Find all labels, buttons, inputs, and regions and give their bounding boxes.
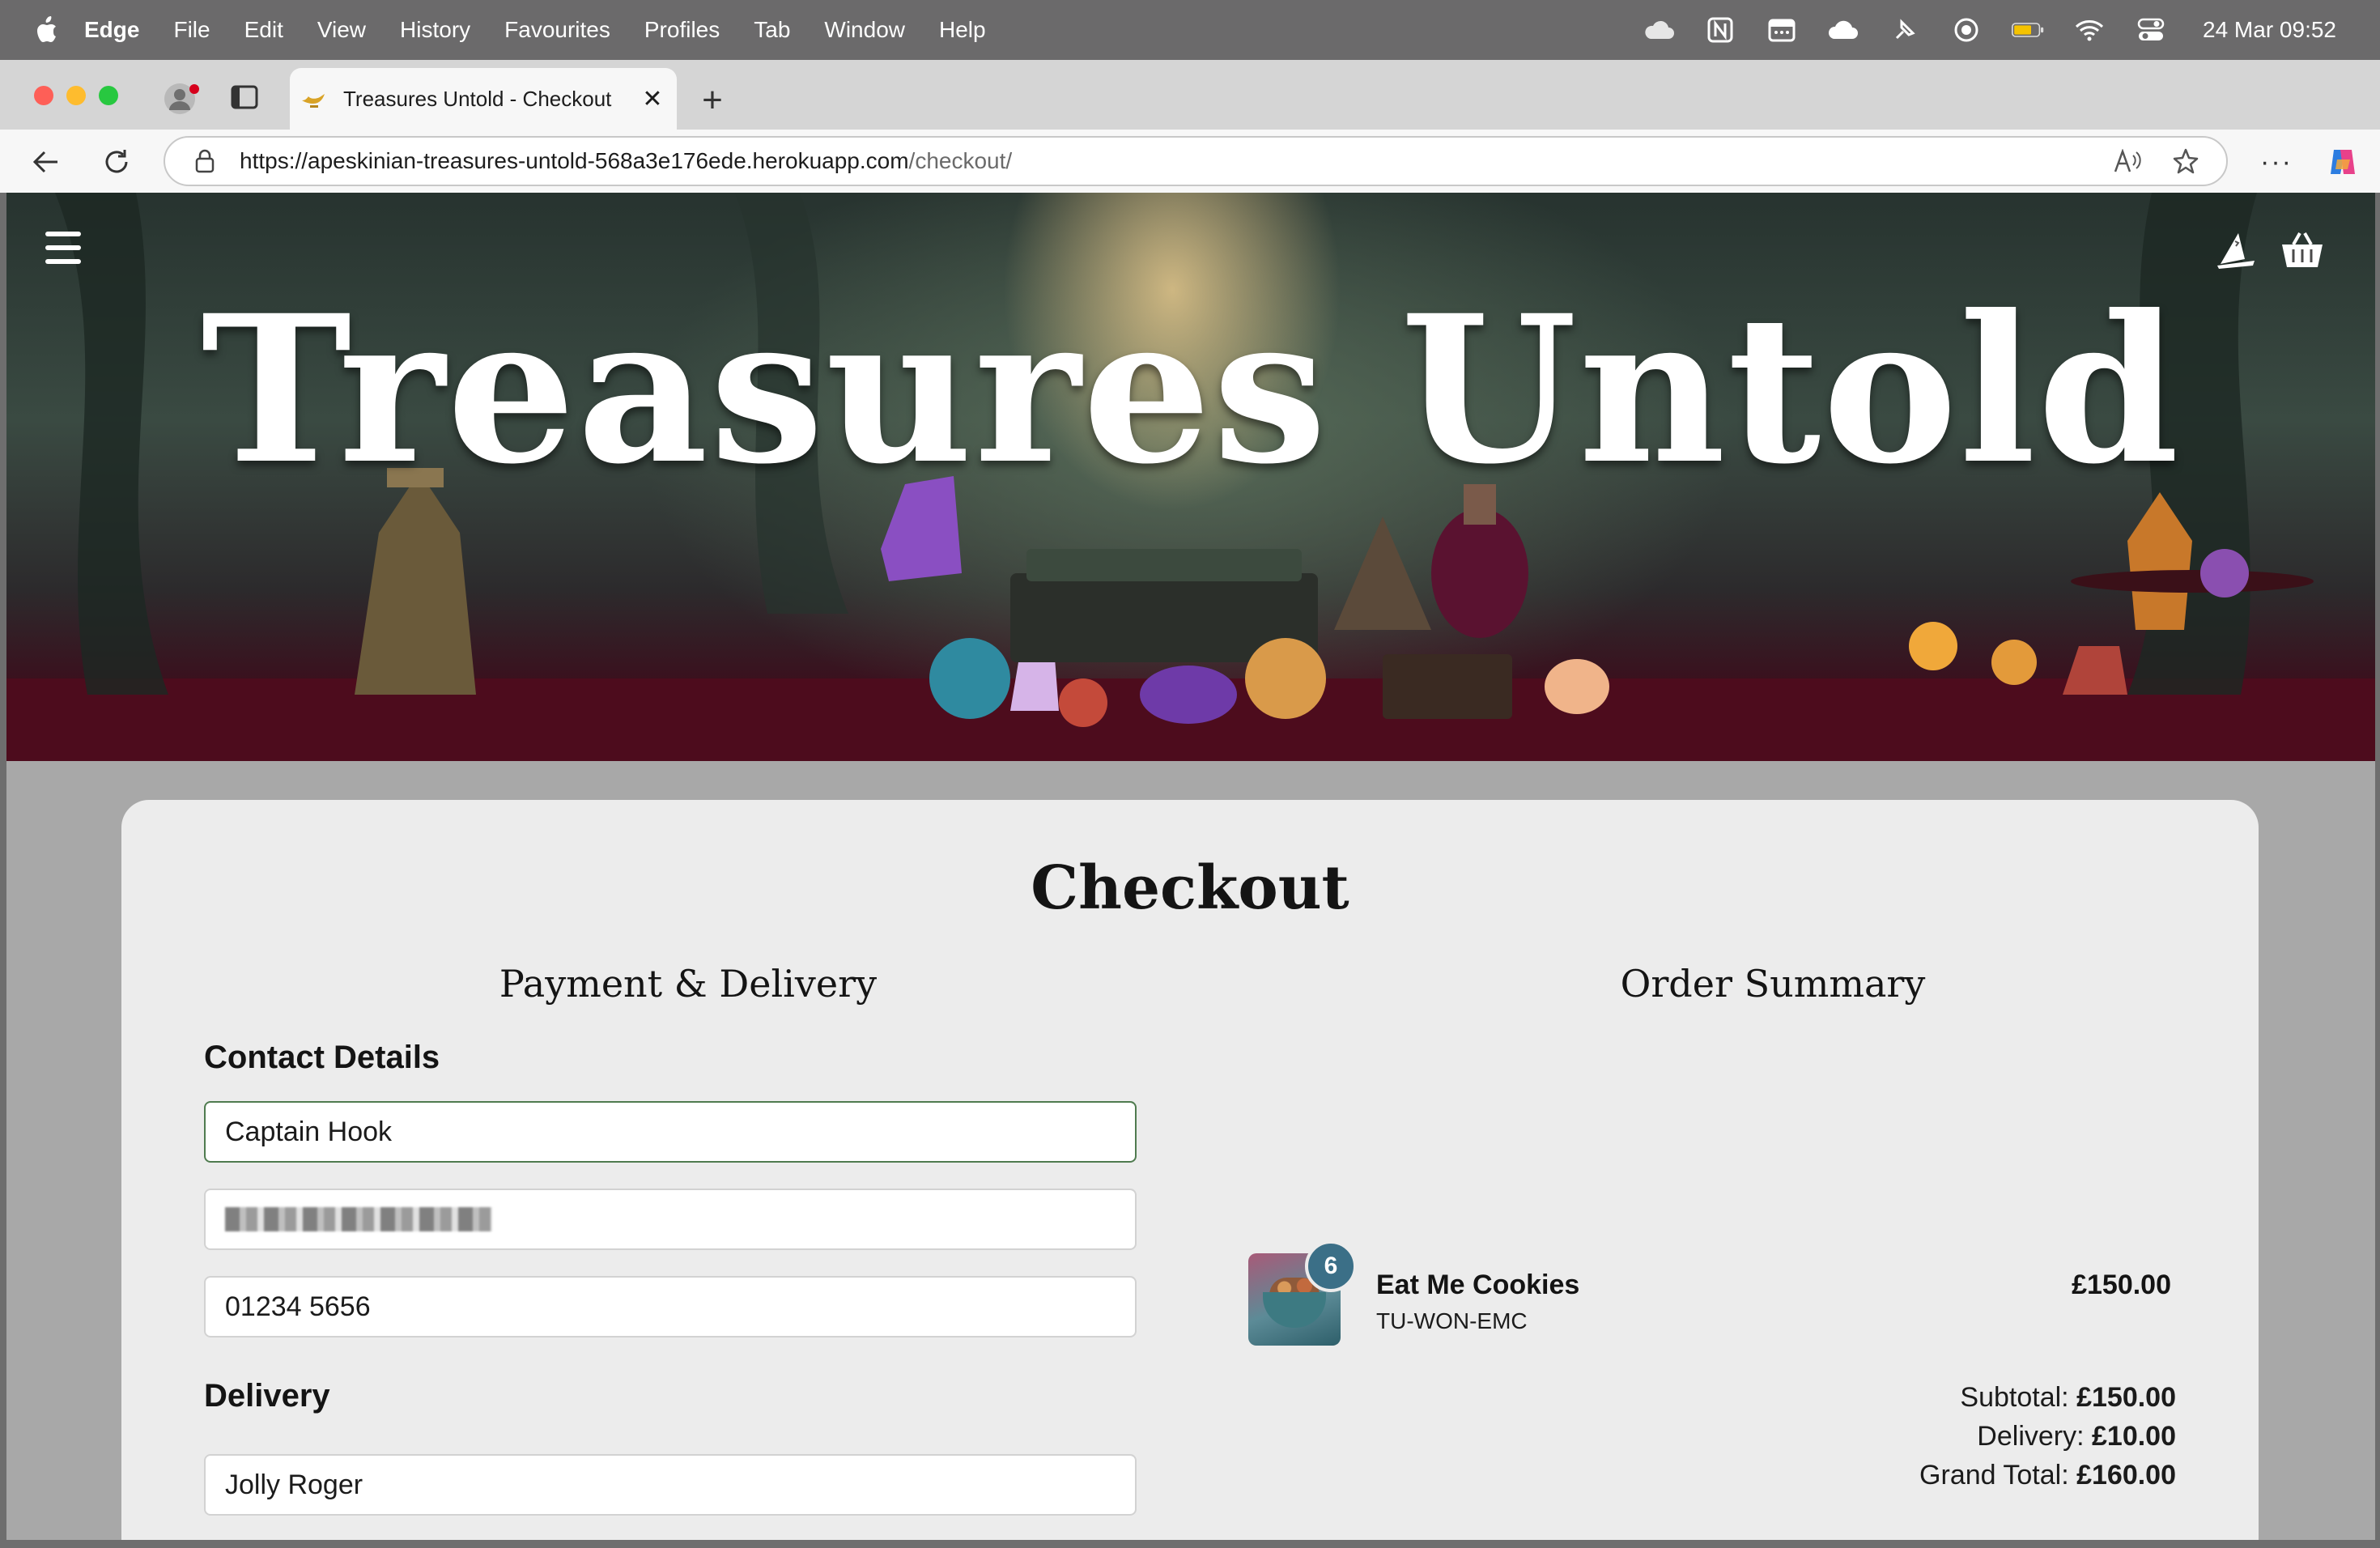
- menu-window[interactable]: Window: [824, 17, 905, 43]
- phone-number-value: 01234 5656: [225, 1291, 371, 1322]
- url-path: /checkout/: [908, 148, 1013, 173]
- zoom-window-button[interactable]: [99, 86, 118, 105]
- record-icon[interactable]: [1950, 14, 1983, 46]
- email-field[interactable]: [204, 1189, 1137, 1250]
- contact-details-label: Contact Details: [204, 1040, 440, 1075]
- apple-logo-icon[interactable]: [32, 15, 60, 45]
- page-title: Checkout: [1031, 853, 1349, 923]
- grand-total-value: £160.00: [2076, 1460, 2176, 1491]
- delivery-label: Delivery: [204, 1378, 330, 1414]
- creative-cloud-icon[interactable]: [1827, 14, 1859, 46]
- page-viewport: Treasures Untold Checkout Payment & Deli…: [6, 193, 2375, 1540]
- delivery-cost-label: Delivery:: [1977, 1421, 2085, 1452]
- battery-icon[interactable]: [2012, 14, 2044, 46]
- notification-dot: [189, 84, 199, 94]
- minimize-window-button[interactable]: [66, 86, 86, 105]
- grand-total-label: Grand Total:: [1919, 1460, 2069, 1491]
- genie-lamp-icon: [300, 85, 327, 113]
- delivery-row: Delivery: £10.00: [1919, 1417, 2176, 1456]
- item-name: Eat Me Cookies: [1376, 1269, 1580, 1300]
- payment-delivery-heading: Payment & Delivery: [499, 962, 878, 1006]
- reload-icon[interactable]: [97, 142, 136, 181]
- tab-actions-icon[interactable]: [230, 84, 262, 113]
- phone-number-field[interactable]: 01234 5656: [204, 1276, 1137, 1337]
- hero-banner: Treasures Untold: [6, 193, 2375, 761]
- redacted-email-value: [225, 1207, 492, 1231]
- address-line-value: Jolly Roger: [225, 1469, 363, 1500]
- address-bar[interactable]: https://apeskinian-treasures-untold-568a…: [164, 136, 2228, 186]
- notion-icon[interactable]: [1704, 14, 1736, 46]
- close-window-button[interactable]: [34, 86, 53, 105]
- item-sku: TU-WON-EMC: [1376, 1308, 1528, 1333]
- wizard-hat-account-icon[interactable]: [2212, 225, 2260, 274]
- delivery-cost-value: £10.00: [2092, 1421, 2176, 1452]
- menu-favourites[interactable]: Favourites: [504, 17, 610, 43]
- wifi-icon[interactable]: [2073, 14, 2106, 46]
- address-line-field[interactable]: Jolly Roger: [204, 1454, 1137, 1516]
- pin-icon[interactable]: [1889, 14, 1921, 46]
- tab-title: Treasures Untold - Checkout: [343, 86, 612, 111]
- menu-bar: Edge File Edit View History Favourites P…: [0, 0, 2380, 60]
- calendar-icon[interactable]: [1766, 14, 1798, 46]
- menu-view[interactable]: View: [317, 17, 366, 43]
- favourite-star-icon[interactable]: [2168, 143, 2204, 179]
- order-item: 6 Eat Me Cookies TU-WON-EMC £150.00: [1248, 1240, 2252, 1350]
- full-name-value: Captain Hook: [225, 1116, 393, 1147]
- hamburger-menu-icon[interactable]: [45, 232, 81, 264]
- url-host: https://apeskinian-treasures-untold-568a…: [240, 148, 909, 173]
- menu-help[interactable]: Help: [939, 17, 986, 43]
- quantity-badge: 6: [1305, 1240, 1357, 1292]
- menu-clock[interactable]: 24 Mar 09:52: [2203, 17, 2336, 43]
- order-summary-heading: Order Summary: [1620, 962, 1926, 1006]
- new-tab-button[interactable]: +: [693, 80, 732, 120]
- tab-checkout[interactable]: Treasures Untold - Checkout ✕: [290, 68, 677, 130]
- subtotal-row: Subtotal: £150.00: [1919, 1378, 2176, 1417]
- cloud-icon[interactable]: [1643, 14, 1675, 46]
- menu-history[interactable]: History: [400, 17, 470, 43]
- more-options-button[interactable]: ···: [2257, 142, 2296, 181]
- menu-file[interactable]: File: [173, 17, 210, 43]
- item-price: £150.00: [2072, 1269, 2171, 1300]
- menu-tab[interactable]: Tab: [754, 17, 790, 43]
- order-totals: Subtotal: £150.00 Delivery: £10.00 Grand…: [1919, 1378, 2176, 1495]
- menu-edit[interactable]: Edit: [244, 17, 283, 43]
- read-aloud-icon[interactable]: [2110, 143, 2145, 179]
- close-tab-icon[interactable]: ✕: [636, 83, 669, 115]
- menu-profiles[interactable]: Profiles: [644, 17, 720, 43]
- subtotal-value: £150.00: [2076, 1382, 2176, 1413]
- menu-app-name[interactable]: Edge: [84, 17, 139, 43]
- full-name-field[interactable]: Captain Hook: [204, 1101, 1137, 1163]
- lock-icon[interactable]: [193, 147, 217, 175]
- shopping-basket-icon[interactable]: [2278, 225, 2327, 274]
- url-text[interactable]: https://apeskinian-treasures-untold-568a…: [240, 148, 2110, 174]
- copilot-icon[interactable]: [2323, 142, 2362, 181]
- site-title[interactable]: Treasures Untold: [6, 288, 2375, 491]
- subtotal-label: Subtotal:: [1960, 1382, 2069, 1413]
- control-center-icon[interactable]: [2135, 14, 2167, 46]
- back-arrow-icon[interactable]: [26, 142, 65, 181]
- grand-total-row: Grand Total: £160.00: [1919, 1456, 2176, 1495]
- checkout-card: Checkout Payment & Delivery Order Summar…: [121, 800, 2259, 1540]
